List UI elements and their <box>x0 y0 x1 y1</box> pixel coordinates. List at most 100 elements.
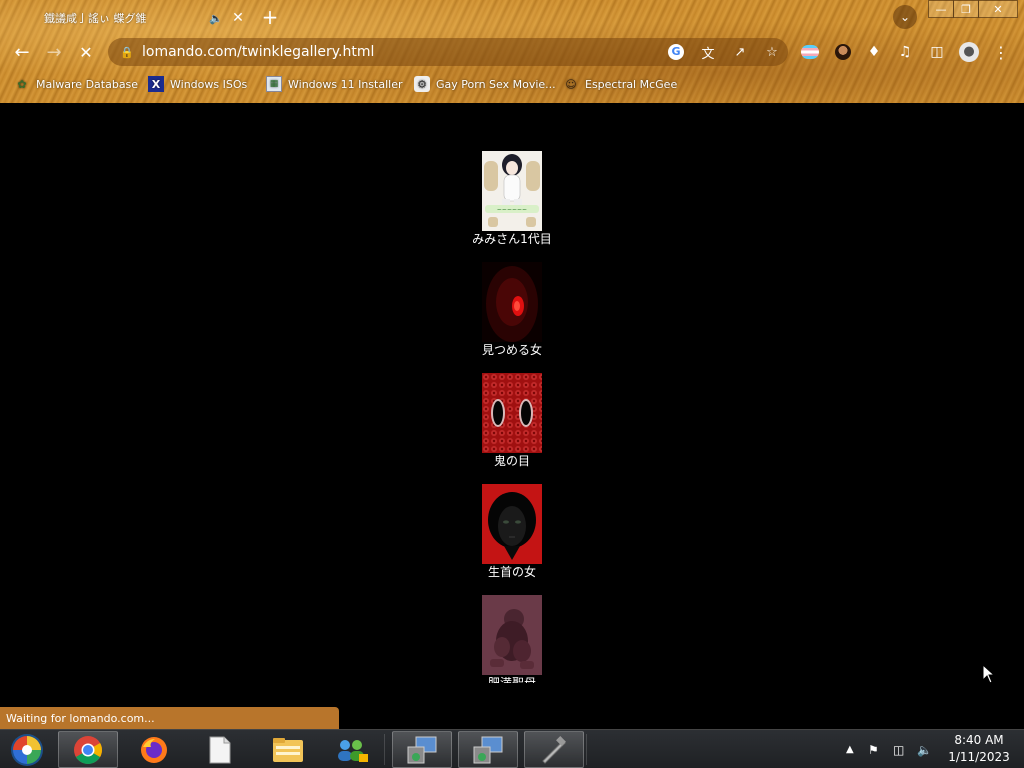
bookmark-windows-11-installer[interactable]: ▦ Windows 11 Installer <box>266 72 403 96</box>
taskbar-remote-desktop-button-2[interactable] <box>458 731 518 768</box>
gallery-item[interactable]: 生首の女 <box>462 484 562 580</box>
taskbar-chrome-button[interactable] <box>58 731 118 768</box>
trans-flag-icon <box>801 45 819 59</box>
minimize-button[interactable]: — <box>928 0 954 18</box>
remote-desktop-icon <box>473 736 503 763</box>
action-center-icon[interactable]: ⚑ <box>868 730 879 768</box>
tab-search-button[interactable]: ⌄ <box>893 5 917 29</box>
site-favicon-icon: ⚙ <box>414 76 430 92</box>
extension-avatar-icon[interactable] <box>832 41 854 63</box>
window-close-button[interactable]: ✕ <box>978 0 1018 18</box>
document-icon <box>209 736 231 763</box>
menu-kebab-icon[interactable]: ⋮ <box>990 41 1012 63</box>
start-button[interactable] <box>0 731 54 768</box>
speaker-icon[interactable]: 🔈 <box>208 12 224 25</box>
close-icon[interactable]: ✕ <box>230 10 246 26</box>
gallery-item[interactable]: 肥満聖母 <box>462 595 562 683</box>
taskbar: ▲ ⚑ ◫ 🔈 8:40 AM 1/11/2023 <box>0 729 1024 768</box>
bookmark-malware-database[interactable]: ✿ Malware Database <box>14 72 138 96</box>
taskbar-remote-desktop-button[interactable] <box>392 731 452 768</box>
start-orb-icon <box>11 733 43 766</box>
browser-chrome: 鐡議咸亅謠ぃ 蝶グ錐 🔈 ✕ + ⌄ — ❐ ✕ ← → ✕ 🔒 lomando… <box>0 0 1024 103</box>
close-icon: ✕ <box>993 2 1003 16</box>
gallery-caption[interactable]: 鬼の目 <box>462 453 562 469</box>
volume-icon[interactable]: 🔈 <box>917 730 932 768</box>
taskbar-tool-button[interactable] <box>524 731 584 768</box>
firefox-icon <box>141 736 167 763</box>
people-icon <box>338 739 368 762</box>
bookmark-windows-isos[interactable]: X Windows ISOs <box>148 72 247 96</box>
minimize-icon: — <box>935 2 947 16</box>
bookmark-label: Malware Database <box>36 77 139 91</box>
translate-icon[interactable]: 文 <box>692 43 724 62</box>
screen: 鐡議咸亅謠ぃ 蝶グ錐 🔈 ✕ + ⌄ — ❐ ✕ ← → ✕ 🔒 lomando… <box>0 0 1024 768</box>
profile-button[interactable]: ● <box>958 41 980 63</box>
figure-thumbnail[interactable] <box>482 595 542 675</box>
forward-button[interactable]: → <box>42 40 66 64</box>
gallery-caption[interactable]: 生首の女 <box>462 564 562 580</box>
clock-date: 1/11/2023 <box>948 750 1010 764</box>
severed-head-woman-thumbnail[interactable] <box>482 484 542 564</box>
bookmark-label: Gay Porn Sex Movie... <box>436 77 556 91</box>
extension-flag-icon[interactable] <box>799 41 821 63</box>
taskbar-file-button[interactable] <box>190 731 250 768</box>
url-text[interactable]: lomando.com/twinklegallery.html <box>142 44 660 60</box>
remote-desktop-icon <box>407 736 437 763</box>
restore-icon: ❐ <box>961 2 971 16</box>
demon-eyes-thumbnail[interactable] <box>482 373 542 453</box>
x-logo-icon: X <box>148 76 164 92</box>
star-icon[interactable]: ☆ <box>756 45 788 60</box>
chevron-down-icon: ⌄ <box>899 10 911 24</box>
bookmark-espectral-mcgee[interactable]: ☺ Espectral McGee <box>563 72 677 96</box>
taskbar-explorer-button[interactable] <box>258 731 318 768</box>
chevron-up-icon: ▲ <box>846 744 854 755</box>
stop-button[interactable]: ✕ <box>74 40 98 64</box>
bookmark-label: Espectral McGee <box>585 77 678 91</box>
stop-icon: ✕ <box>79 42 93 62</box>
gallery-caption[interactable]: 見つめる女 <box>462 342 562 358</box>
google-logo-icon: G <box>668 44 684 60</box>
system-clock[interactable]: 8:40 AM 1/11/2023 <box>944 732 1014 766</box>
gallery-item[interactable]: 鬼の目 <box>462 373 562 469</box>
lock-icon[interactable]: 🔒 <box>120 46 134 59</box>
plus-icon: + <box>261 5 279 29</box>
avatar-icon <box>835 44 851 60</box>
face-favicon-icon: ☺ <box>565 77 577 91</box>
gallery-item[interactable]: ~~~~~~ みみさん1代目 <box>462 151 562 247</box>
gallery-caption[interactable]: みみさん1代目 <box>462 231 562 247</box>
media-control-icon[interactable]: ♫ <box>894 41 916 63</box>
restore-button[interactable]: ❐ <box>953 0 979 18</box>
extensions-puzzle-icon[interactable]: ♦ <box>863 41 885 63</box>
taskbar-firefox-button[interactable] <box>124 731 184 768</box>
leaf-icon: ✿ <box>17 77 27 91</box>
back-button[interactable]: ← <box>10 40 34 64</box>
taskbar-separator <box>384 734 385 765</box>
mouse-cursor-icon <box>982 664 996 684</box>
share-icon[interactable]: ↗ <box>724 45 756 60</box>
chrome-icon <box>74 735 102 764</box>
svg-text:~~~~~~: ~~~~~~ <box>497 207 527 214</box>
tab-title: 鐡議咸亅謠ぃ 蝶グ錐 <box>44 12 147 25</box>
gallery-caption[interactable]: 肥満聖母 <box>462 675 562 683</box>
installer-icon: ▦ <box>266 76 282 92</box>
google-icon[interactable]: G <box>660 44 692 60</box>
taskbar-separator <box>586 734 587 765</box>
status-bubble: Waiting for lomando.com... <box>0 707 339 729</box>
bookmark-label: Windows 11 Installer <box>288 77 403 91</box>
network-icon[interactable]: ◫ <box>893 730 904 768</box>
folder-icon <box>273 737 303 762</box>
taskbar-people-button[interactable] <box>322 731 382 768</box>
browser-tab[interactable]: 鐡議咸亅謠ぃ 蝶グ錐 🔈 ✕ <box>22 4 246 32</box>
address-bar[interactable]: 🔒 lomando.com/twinklegallery.html G 文 ↗ … <box>108 38 788 66</box>
mimi-thumbnail[interactable]: ~~~~~~ <box>482 151 542 231</box>
wrench-icon <box>542 735 566 764</box>
side-panel-icon[interactable]: ◫ <box>926 41 948 63</box>
show-hidden-icons-button[interactable]: ▲ <box>846 730 854 768</box>
bookmark-site-4[interactable]: ⚙ Gay Porn Sex Movie... <box>414 72 556 96</box>
new-tab-button[interactable]: + <box>258 5 282 29</box>
staring-woman-thumbnail[interactable] <box>482 262 542 342</box>
arrow-left-icon: ← <box>14 41 30 63</box>
bookmarks-bar: ✿ Malware Database X Windows ISOs ▦ Wind… <box>0 72 1024 96</box>
gallery-item[interactable]: 見つめる女 <box>462 262 562 358</box>
arrow-right-icon: → <box>46 41 62 63</box>
